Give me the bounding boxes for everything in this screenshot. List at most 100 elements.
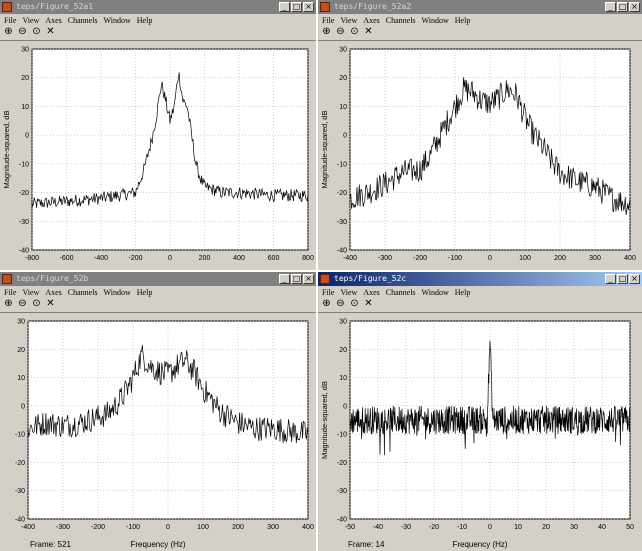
- zoom-in-icon[interactable]: ⊕: [3, 27, 14, 38]
- spectrum-plot[interactable]: -50 -40 -30 -20 -10 0 10 20 30 40 503020100-10-20-…: [318, 313, 642, 551]
- zoom-in-icon[interactable]: ⊕: [321, 27, 332, 38]
- minimize-icon[interactable]: _: [605, 274, 616, 284]
- zoom-in-icon[interactable]: ⊕: [3, 299, 14, 310]
- menu-item-view[interactable]: View: [340, 16, 357, 25]
- menu-item-view[interactable]: View: [340, 288, 357, 297]
- x-tick-label: 100: [519, 255, 531, 262]
- window-titlebar[interactable]: teps/Figure_52a2 _ □ ×: [318, 0, 642, 14]
- x-tick-label: 200: [199, 255, 211, 262]
- menu-item-help[interactable]: Help: [137, 288, 153, 297]
- menu-item-window[interactable]: Window: [104, 16, 131, 25]
- menu-item-channels[interactable]: Channels: [386, 16, 416, 25]
- zoom-region-icon[interactable]: ⊙: [31, 299, 42, 310]
- menu-item-file[interactable]: File: [322, 288, 334, 297]
- figure-window-4[interactable]: teps/Figure_52c _ □ × File View Axes Channels Wi…: [318, 272, 642, 551]
- zoom-region-icon[interactable]: ⊙: [349, 299, 360, 310]
- fit-icon[interactable]: ✕: [363, 27, 374, 38]
- menu-item-file[interactable]: File: [322, 16, 334, 25]
- app-icon: [2, 274, 12, 284]
- x-tick-label: 0: [488, 255, 492, 262]
- zoom-in-icon[interactable]: ⊕: [321, 299, 332, 310]
- zoom-out-icon[interactable]: ⊖: [335, 299, 346, 310]
- fit-icon[interactable]: ✕: [363, 299, 374, 310]
- menu-item-axes[interactable]: Axes: [45, 288, 61, 297]
- x-tick-label: 0: [168, 255, 172, 262]
- menu-item-view[interactable]: View: [22, 16, 39, 25]
- spectrum-plot[interactable]: -400 -300 -200 -100 0 100 200 300 4003020100-10-…: [0, 313, 316, 551]
- x-tick-label: 30: [570, 524, 578, 531]
- window-title: teps/Figure_52c: [334, 274, 407, 283]
- menu-item-window[interactable]: Window: [104, 288, 131, 297]
- zoom-out-icon[interactable]: ⊖: [17, 299, 28, 310]
- menu-item-file[interactable]: File: [4, 288, 16, 297]
- x-tick-label: -300: [56, 524, 70, 531]
- window-title: teps/Figure_52a2: [334, 2, 412, 11]
- x-tick-label: -300: [378, 255, 392, 262]
- x-axis-label: Frequency (Hz): [130, 540, 186, 549]
- fit-icon[interactable]: ✕: [45, 299, 56, 310]
- close-icon[interactable]: ×: [303, 274, 314, 284]
- minimize-icon[interactable]: _: [279, 274, 290, 284]
- menu-item-window[interactable]: Window: [422, 288, 449, 297]
- figure-window-3[interactable]: teps/Figure_52b _ □ × File View Axes Channels Wi…: [0, 272, 316, 551]
- menu-item-help[interactable]: Help: [137, 16, 153, 25]
- y-tick-label: 20: [339, 347, 347, 354]
- zoom-out-icon[interactable]: ⊖: [17, 27, 28, 38]
- menu-item-axes[interactable]: Axes: [363, 288, 379, 297]
- menu-item-view[interactable]: View: [22, 288, 39, 297]
- x-tick-label: 300: [589, 255, 601, 262]
- menu-item-help[interactable]: Help: [455, 16, 471, 25]
- menu-item-axes[interactable]: Axes: [363, 16, 379, 25]
- minimize-icon[interactable]: _: [605, 2, 616, 12]
- close-icon[interactable]: ×: [303, 2, 314, 12]
- menu-item-channels[interactable]: Channels: [68, 16, 98, 25]
- y-tick-label: -10: [337, 161, 347, 168]
- menu-item-axes[interactable]: Axes: [45, 16, 61, 25]
- x-tick-label: -40: [373, 524, 383, 531]
- window-titlebar[interactable]: teps/Figure_52b _ □ ×: [0, 272, 316, 286]
- x-tick-label: 20: [542, 524, 550, 531]
- x-tick-label: 10: [514, 524, 522, 531]
- y-tick-label: 0: [343, 403, 347, 410]
- y-axis-label: Magnitude-squared, dB: [2, 111, 11, 189]
- y-tick-label: 20: [17, 347, 25, 354]
- maximize-icon[interactable]: □: [617, 2, 628, 12]
- y-tick-label: -20: [19, 190, 29, 197]
- menu-item-channels[interactable]: Channels: [68, 288, 98, 297]
- maximize-icon[interactable]: □: [291, 2, 302, 12]
- window-titlebar[interactable]: teps/Figure_52c _ □ ×: [318, 272, 642, 286]
- figure-window-1[interactable]: teps/Figure_52a1 _ □ × File View Axes Channels W…: [0, 0, 316, 270]
- menu-item-channels[interactable]: Channels: [386, 288, 416, 297]
- fit-icon[interactable]: ✕: [45, 27, 56, 38]
- close-icon[interactable]: ×: [629, 274, 640, 284]
- spectrum-plot[interactable]: -400 -300 -200 -100 0 100 200 300 4003020100-10-…: [318, 41, 642, 270]
- close-icon[interactable]: ×: [629, 2, 640, 12]
- zoom-out-icon[interactable]: ⊖: [335, 27, 346, 38]
- maximize-icon[interactable]: □: [617, 274, 628, 284]
- y-tick-label: -10: [15, 432, 25, 439]
- y-tick-label: -30: [337, 219, 347, 226]
- x-tick-label: -800: [25, 255, 39, 262]
- figure-window-2[interactable]: teps/Figure_52a2 _ □ × File View Axes Channels W…: [318, 0, 642, 270]
- y-tick-label: 0: [21, 403, 25, 410]
- x-tick-label: -10: [457, 524, 467, 531]
- x-tick-label: -600: [59, 255, 73, 262]
- x-tick-label: 50: [626, 524, 634, 531]
- minimize-icon[interactable]: _: [279, 2, 290, 12]
- y-tick-label: 30: [17, 319, 25, 326]
- window-titlebar[interactable]: teps/Figure_52a1 _ □ ×: [0, 0, 316, 14]
- y-tick-label: -40: [337, 248, 347, 255]
- y-tick-label: 30: [339, 47, 347, 54]
- y-tick-label: -30: [15, 488, 25, 495]
- spectrum-plot[interactable]: -800 -600 -400 -200 0 200 400 600 800 30 20 10 0 -10 -…: [0, 41, 316, 270]
- y-tick-label: 30: [21, 47, 29, 54]
- x-tick-label: 200: [232, 524, 244, 531]
- menu-item-help[interactable]: Help: [455, 288, 471, 297]
- zoom-region-icon[interactable]: ⊙: [349, 27, 360, 38]
- menu-item-file[interactable]: File: [4, 16, 16, 25]
- x-tick-label: -100: [448, 255, 462, 262]
- y-tick-label: 20: [21, 75, 29, 82]
- maximize-icon[interactable]: □: [291, 274, 302, 284]
- zoom-region-icon[interactable]: ⊙: [31, 27, 42, 38]
- menu-item-window[interactable]: Window: [422, 16, 449, 25]
